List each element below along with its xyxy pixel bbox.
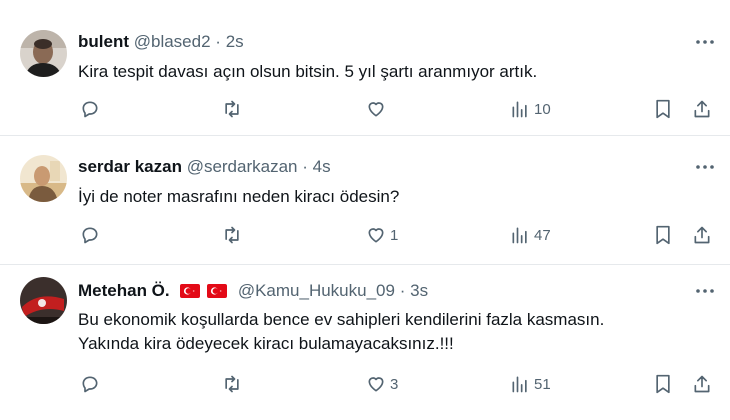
views-icon: [512, 101, 527, 118]
views-button[interactable]: 47: [510, 223, 551, 247]
action-bar: 3 51: [0, 372, 730, 396]
bookmark-icon: [656, 99, 670, 119]
tweet-text: İyi de noter masrafını neden kiracı ödes…: [78, 185, 399, 209]
bookmark-icon: [656, 374, 670, 394]
retweet-icon: [225, 226, 239, 244]
like-icon: [368, 228, 384, 243]
display-name[interactable]: serdar kazan: [78, 157, 182, 176]
retweet-icon: [225, 100, 239, 118]
tweet-1[interactable]: bulent @blased2 · 2s Kira tespit davası …: [0, 0, 730, 134]
retweet-button[interactable]: [221, 372, 243, 396]
avatar[interactable]: [20, 30, 67, 77]
tweet-text: Kira tespit davası açın olsun bitsin. 5 …: [78, 60, 537, 84]
reply-icon: [82, 376, 98, 393]
like-button[interactable]: 3: [366, 372, 398, 396]
bookmark-button[interactable]: [654, 372, 672, 396]
tweet-text-line: Kira tespit davası açın olsun bitsin. 5 …: [78, 62, 538, 81]
avatar[interactable]: [20, 155, 67, 202]
share-icon: [694, 375, 710, 393]
like-count: 3: [390, 375, 399, 393]
retweet-button[interactable]: [221, 97, 243, 121]
like-icon: [368, 377, 384, 392]
more-icon[interactable]: [694, 156, 716, 178]
bookmark-icon: [656, 225, 670, 245]
retweet-icon: [225, 375, 239, 393]
retweet-button[interactable]: [221, 223, 243, 247]
share-button[interactable]: [692, 97, 712, 121]
views-button[interactable]: 51: [510, 372, 551, 396]
user-handle[interactable]: @serdarkazan: [187, 157, 298, 176]
like-button[interactable]: [366, 97, 390, 121]
reply-icon: [82, 227, 98, 244]
tweet-2[interactable]: serdar kazan @serdarkazan · 4s İyi de no…: [0, 136, 730, 264]
flag-emojis: [180, 282, 229, 304]
reply-button[interactable]: [80, 372, 100, 396]
bookmark-button[interactable]: [654, 97, 672, 121]
tweet-text-line: Yakında kira ödeyecek kiracı bulamayacak…: [78, 334, 454, 353]
views-button[interactable]: 10: [510, 97, 551, 121]
action-bar: 1 47: [0, 223, 730, 247]
separator: ·: [399, 281, 406, 300]
like-button[interactable]: 1: [366, 223, 398, 247]
separator: ·: [215, 32, 221, 51]
bookmark-button[interactable]: [654, 223, 672, 247]
tweet-text-line: İyi de noter masrafını neden kiracı ödes…: [78, 187, 400, 206]
tweet-text-line: Bu ekonomik koşullarda bence ev sahipler…: [78, 310, 605, 329]
turkey-flag-icon: [207, 284, 228, 298]
share-button[interactable]: [692, 223, 712, 247]
share-button[interactable]: [692, 372, 712, 396]
user-handle[interactable]: @blased2: [134, 32, 211, 51]
views-icon: [512, 227, 527, 244]
tweet-3[interactable]: Metehan Ö. @Kamu_Hukuku_09 · 3s Bu ekono…: [0, 265, 730, 420]
display-name[interactable]: Metehan Ö.: [78, 281, 170, 300]
reply-icon: [82, 101, 98, 118]
views-count: 47: [534, 226, 551, 244]
views-count: 51: [534, 375, 551, 393]
reply-button[interactable]: [80, 97, 100, 121]
avatar[interactable]: [20, 277, 67, 324]
separator: ·: [302, 157, 308, 176]
timestamp[interactable]: 4s: [313, 157, 331, 176]
like-count: 1: [390, 226, 399, 244]
user-handle[interactable]: @Kamu_Hukuku_09: [238, 281, 395, 300]
timestamp[interactable]: 2s: [226, 32, 244, 51]
tweet-text: Bu ekonomik koşullarda bence ev sahipler…: [78, 308, 604, 356]
views-count: 10: [534, 100, 551, 118]
share-icon: [694, 100, 710, 118]
turkey-flag-icon: [180, 284, 201, 298]
more-icon[interactable]: [694, 31, 716, 53]
views-icon: [512, 376, 527, 393]
action-bar: 10: [0, 97, 730, 121]
reply-button[interactable]: [80, 223, 100, 247]
share-icon: [694, 226, 710, 244]
more-icon[interactable]: [694, 280, 716, 302]
timestamp[interactable]: 3s: [410, 281, 428, 300]
like-icon: [368, 102, 384, 117]
display-name[interactable]: bulent: [78, 32, 129, 51]
